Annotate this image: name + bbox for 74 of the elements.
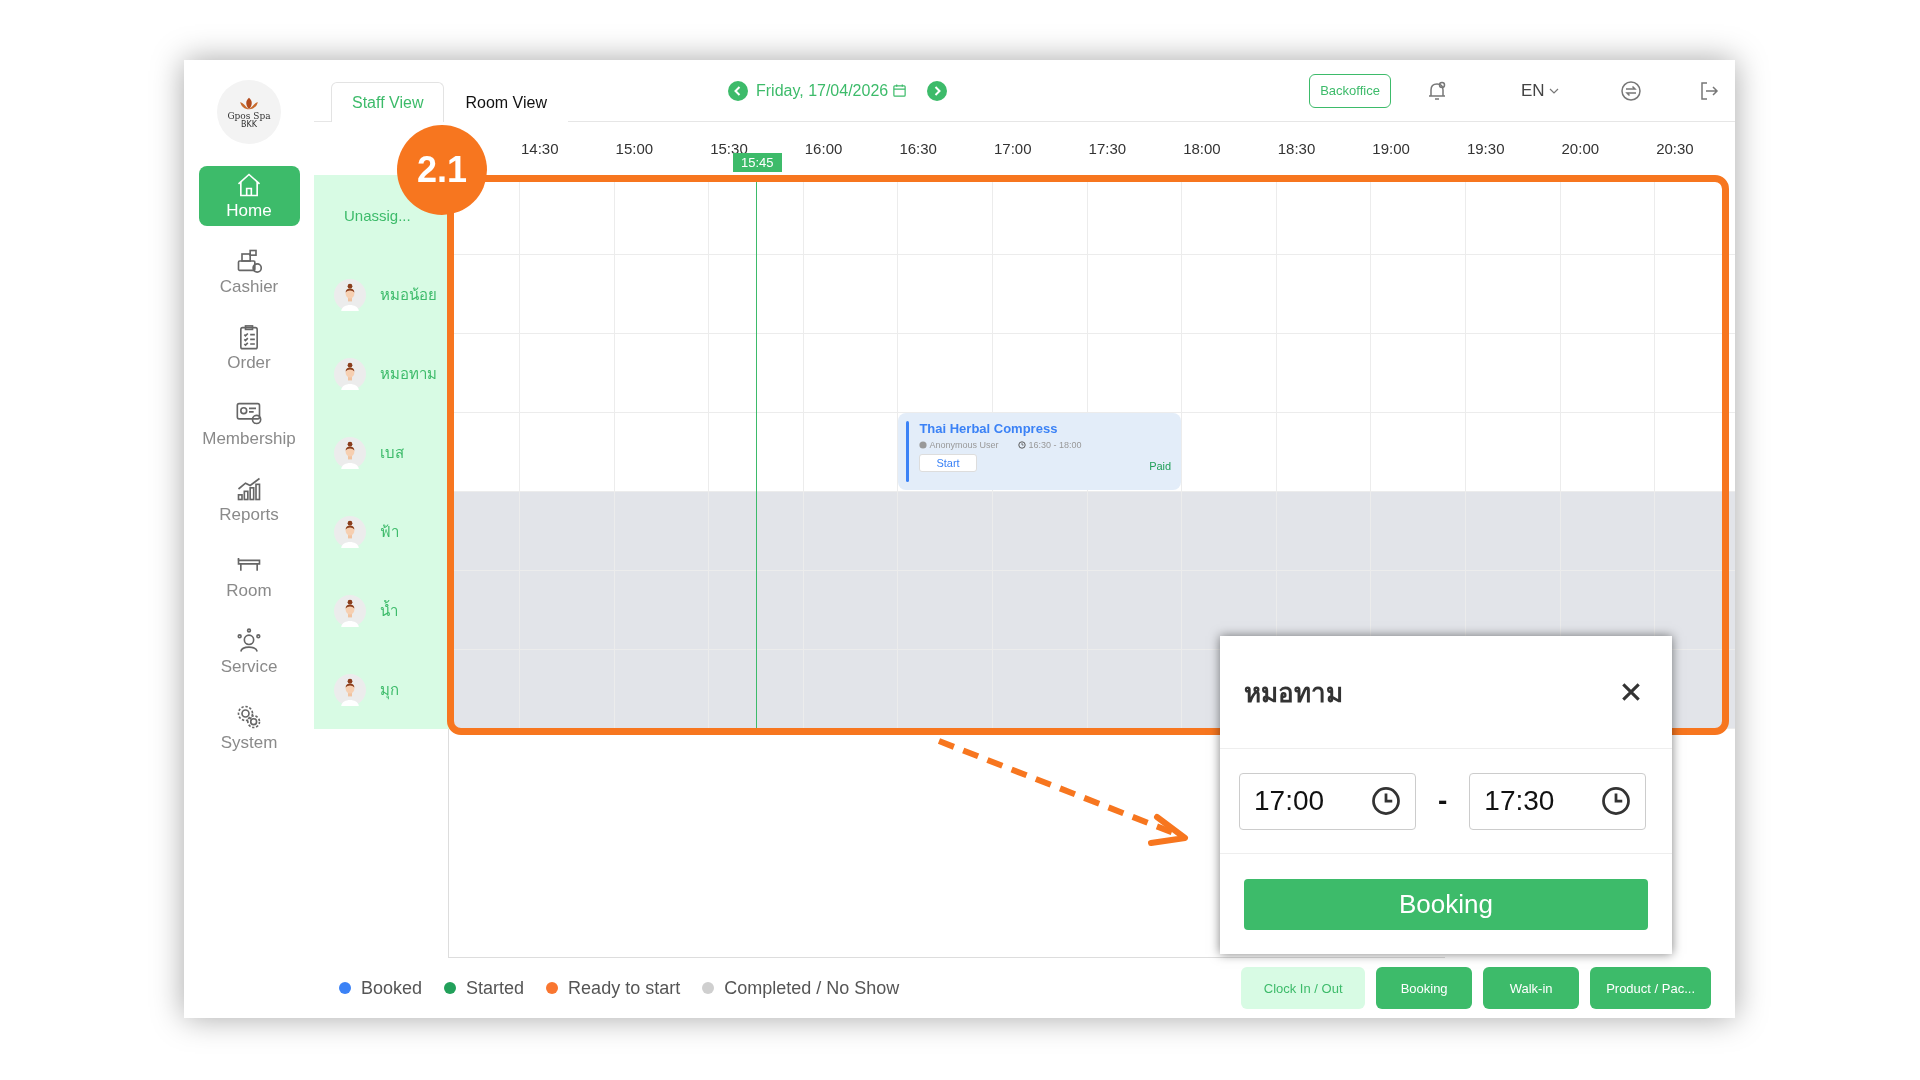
action-button[interactable]: Walk-in xyxy=(1483,967,1580,1009)
sidebar-item[interactable]: System xyxy=(198,698,300,758)
clock-icon xyxy=(1018,441,1027,449)
avatar-icon xyxy=(334,278,366,311)
time-label: 16:00 xyxy=(803,140,844,157)
avatar-icon xyxy=(334,673,366,706)
time-label: 15:00 xyxy=(614,140,655,157)
staff-name[interactable]: เบส xyxy=(380,440,404,465)
time-label: 19:30 xyxy=(1465,140,1506,157)
booking-button[interactable]: Booking xyxy=(1244,878,1648,930)
time-label: 17:00 xyxy=(992,140,1033,157)
previous-icon[interactable] xyxy=(727,80,748,101)
time-label: 17:30 xyxy=(1087,140,1128,157)
reports-icon xyxy=(235,475,263,503)
action-button[interactable]: Product / Pac... xyxy=(1590,967,1711,1009)
legend-label: Ready to start xyxy=(568,977,681,999)
time-label: 18:00 xyxy=(1182,140,1222,157)
booking-title: Thai Herbal Compress xyxy=(919,421,1059,436)
time-label: 20:00 xyxy=(1560,140,1601,157)
time-label: 14:30 xyxy=(520,140,560,157)
staff-name[interactable]: ฟ้า xyxy=(380,519,399,544)
range-separator: - xyxy=(1438,785,1448,817)
sidebar-item[interactable]: Service xyxy=(198,622,300,682)
time-label: 18:30 xyxy=(1276,140,1317,157)
service-icon xyxy=(235,627,263,655)
avatar-icon xyxy=(334,515,366,548)
view-tab[interactable]: Staff View xyxy=(331,82,445,122)
avatar-icon xyxy=(334,357,366,390)
popup-title: หมอทาม xyxy=(1244,676,1343,710)
action-button[interactable]: Booking xyxy=(1376,967,1473,1009)
legend-label: Booked xyxy=(361,977,423,999)
start-button[interactable]: Start xyxy=(919,454,977,472)
lotus-icon xyxy=(238,95,260,111)
date-label[interactable]: Friday, 17/04/2026 xyxy=(755,81,889,100)
avatar-icon xyxy=(334,436,366,469)
calendar-icon[interactable] xyxy=(892,83,908,98)
language-selector[interactable]: EN xyxy=(1520,80,1559,101)
staff-name[interactable]: มุก xyxy=(380,677,399,702)
end-time-field[interactable]: 17:30 xyxy=(1469,772,1647,830)
customer-name: Anonymous User xyxy=(929,440,999,450)
avatar-icon xyxy=(334,594,366,627)
clock-icon xyxy=(1371,786,1401,816)
sync-icon[interactable] xyxy=(1618,78,1643,103)
next-icon[interactable] xyxy=(927,80,948,101)
logo-subtitle: BKK xyxy=(241,120,257,129)
logo-name: Gpos Spa xyxy=(227,110,271,121)
current-time-badge: 15:45 xyxy=(733,153,782,172)
system-icon xyxy=(235,703,263,731)
booking-time: 16:30 - 18:00 xyxy=(1028,440,1082,450)
time-label: 16:30 xyxy=(898,140,938,157)
sidebar-item[interactable]: Membership xyxy=(198,394,300,454)
action-button[interactable]: Clock In / Out xyxy=(1241,967,1366,1009)
caret-icon xyxy=(1548,87,1559,94)
backoffice-button[interactable]: Backoffice xyxy=(1309,73,1391,108)
time-label: 20:30 xyxy=(1655,140,1695,157)
clock-icon xyxy=(1601,786,1632,816)
home-icon xyxy=(235,171,263,199)
start-time-field[interactable]: 17:00 xyxy=(1239,772,1416,830)
sidebar-item[interactable]: Cashier xyxy=(198,242,300,302)
sidebar-item[interactable]: Reports xyxy=(198,470,300,530)
cashier-icon xyxy=(235,247,263,275)
sidebar-item[interactable]: Order xyxy=(198,318,300,378)
step-badge: 2.1 xyxy=(397,125,487,215)
staff-name[interactable]: หมอน้อย xyxy=(380,282,437,307)
time-label: 19:00 xyxy=(1371,140,1411,157)
staff-name[interactable]: น้ำ xyxy=(380,598,398,623)
payment-status: Paid xyxy=(1149,460,1172,472)
sidebar-item[interactable]: Home xyxy=(198,166,300,226)
booking-card[interactable]: Thai Herbal Compress Anonymous User 16:30 - 18:00 Start Paid xyxy=(898,413,1182,490)
staff-name[interactable]: หมอทาม xyxy=(380,361,437,386)
legend-label: Started xyxy=(466,977,525,999)
close-icon[interactable] xyxy=(1620,681,1642,703)
sidebar-item[interactable]: Room xyxy=(198,546,300,606)
legend-label: Completed / No Show xyxy=(724,977,900,999)
